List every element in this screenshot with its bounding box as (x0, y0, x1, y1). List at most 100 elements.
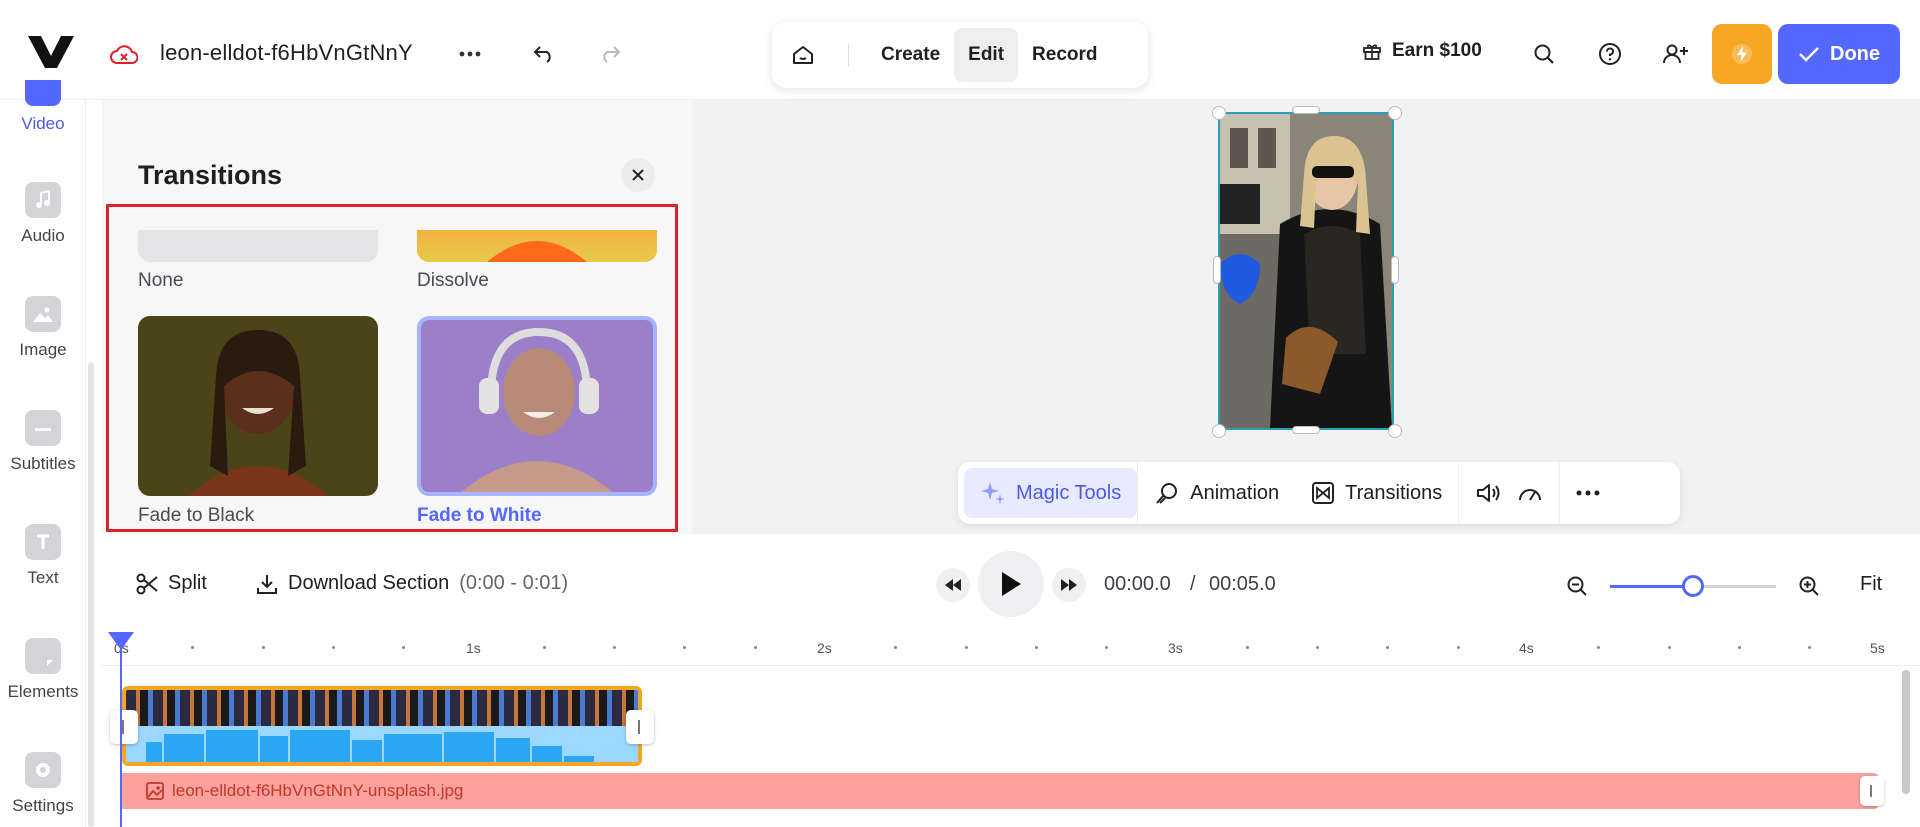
resize-handle[interactable] (1212, 106, 1226, 120)
fit-button[interactable]: Fit (1860, 573, 1882, 596)
play-button[interactable] (978, 551, 1044, 617)
done-button[interactable]: Done (1778, 24, 1900, 84)
magic-tools-button[interactable]: Magic Tools (964, 468, 1138, 518)
clip-trim-handle-right[interactable] (626, 710, 654, 744)
ruler-label: 4s (1519, 640, 1534, 656)
ruler-tick (331, 646, 335, 649)
subtitles-icon (25, 410, 61, 446)
sidebar-item-text[interactable]: Text (0, 524, 86, 588)
more-options-button[interactable] (1560, 468, 1616, 518)
transitions-icon (1311, 481, 1335, 505)
scissors-icon (136, 573, 158, 595)
download-icon (256, 573, 278, 595)
volume-button[interactable] (1459, 468, 1517, 518)
tab-record[interactable]: Record (1018, 28, 1111, 82)
resize-handle[interactable] (1391, 256, 1399, 284)
transition-dissolve-thumb[interactable] (417, 230, 657, 262)
sidebar-item-audio[interactable]: Audio (0, 182, 86, 246)
resize-handle[interactable] (1388, 424, 1402, 438)
sidebar-item-image[interactable]: Image (0, 296, 86, 360)
timeline-scrollbar[interactable] (1902, 670, 1910, 794)
download-section-button[interactable]: Download Section (0:00 - 0:01) (256, 572, 568, 595)
earn-button[interactable]: Earn $100 (1362, 40, 1482, 62)
tab-edit[interactable]: Edit (954, 28, 1019, 82)
logo[interactable] (28, 36, 74, 68)
clip-trim-handle-left[interactable] (110, 710, 138, 744)
add-user-icon[interactable] (1656, 34, 1696, 74)
download-range: (0:00 - 0:01) (459, 572, 569, 594)
playhead[interactable] (120, 636, 122, 827)
rewind-button[interactable] (936, 568, 970, 602)
fast-forward-icon (1061, 579, 1077, 591)
zoom-slider-fill (1610, 585, 1693, 588)
video-clip[interactable] (122, 686, 642, 766)
speedometer-icon (1517, 483, 1543, 503)
ruler-label: 5s (1870, 640, 1885, 656)
resize-handle[interactable] (1212, 424, 1226, 438)
transition-fade-to-white-label: Fade to White (417, 505, 542, 526)
redo-icon[interactable] (590, 34, 630, 74)
image-track-trim-handle[interactable] (1860, 776, 1884, 806)
undo-icon[interactable] (524, 34, 564, 74)
help-icon[interactable] (1590, 34, 1630, 74)
sidebar-item-label: Video (21, 114, 65, 133)
playhead-marker[interactable] (108, 632, 134, 652)
split-label: Split (168, 572, 207, 594)
resize-handle[interactable] (1292, 426, 1320, 434)
ruler-tick (1245, 646, 1249, 649)
close-panel-button[interactable] (621, 158, 655, 192)
animation-button[interactable]: Animation (1138, 468, 1295, 518)
ruler-tick (964, 646, 968, 649)
sidebar-item-label: Image (19, 340, 67, 359)
sidebar-item-video[interactable]: Video (0, 80, 86, 134)
image-icon (146, 782, 164, 800)
cloud-error-icon[interactable] (110, 44, 138, 66)
image-track[interactable]: leon-elldot-f6HbVnGtNnY-unsplash.jpg (120, 773, 1878, 809)
transition-none-label: None (138, 270, 184, 291)
zoom-slider-knob[interactable] (1682, 575, 1704, 597)
gift-icon (1362, 41, 1382, 61)
split-button[interactable]: Split (136, 572, 207, 595)
timeline-ruler[interactable] (102, 630, 1920, 666)
resize-handle[interactable] (1213, 256, 1221, 284)
search-icon[interactable] (1524, 34, 1564, 74)
time-separator: / (1190, 573, 1196, 595)
tab-create[interactable]: Create (867, 28, 954, 82)
sidebar-scrollbar[interactable] (88, 362, 94, 827)
sidebar-item-subtitles[interactable]: Subtitles (0, 410, 86, 474)
earn-label: Earn $100 (1392, 40, 1482, 61)
mode-switcher: Create Edit Record (772, 22, 1148, 88)
more-icon (1576, 490, 1600, 496)
transition-none-thumb[interactable] (138, 230, 378, 262)
volume-icon (1475, 482, 1501, 504)
flash-button[interactable] (1712, 24, 1772, 84)
zoom-out-icon[interactable] (1566, 575, 1588, 597)
resize-handle[interactable] (1292, 106, 1320, 114)
clip-waveform (126, 726, 638, 762)
ruler-tick (542, 646, 546, 649)
fast-forward-button[interactable] (1052, 568, 1086, 602)
more-icon[interactable] (450, 34, 490, 74)
project-filename[interactable]: leon-elldot-f6HbVnGtNnY (160, 40, 413, 66)
clip-filmstrip (126, 690, 638, 726)
ruler-label: 2s (817, 640, 832, 656)
divider (848, 44, 849, 66)
ruler-tick (1456, 646, 1460, 649)
panel-title: Transitions (138, 160, 283, 190)
text-icon (25, 524, 61, 560)
sidebar-item-elements[interactable]: Elements (0, 638, 86, 702)
current-time: 00:00.0 (1104, 573, 1171, 595)
home-icon[interactable] (778, 28, 828, 82)
download-label: Download Section (288, 572, 450, 594)
ruler-label: 3s (1168, 640, 1183, 656)
speed-button[interactable] (1517, 468, 1559, 518)
transition-fade-to-white-thumb[interactable] (417, 316, 657, 496)
resize-handle[interactable] (1388, 106, 1402, 120)
transition-dissolve-label: Dissolve (417, 270, 489, 291)
transition-fade-to-black-thumb[interactable] (138, 316, 378, 496)
sidebar-item-settings[interactable]: Settings (0, 752, 86, 816)
canvas-image[interactable] (1218, 112, 1394, 430)
transitions-button[interactable]: Transitions (1295, 468, 1458, 518)
element-toolbar: Magic Tools Animation Transitions (958, 462, 1680, 524)
zoom-in-icon[interactable] (1798, 575, 1820, 597)
